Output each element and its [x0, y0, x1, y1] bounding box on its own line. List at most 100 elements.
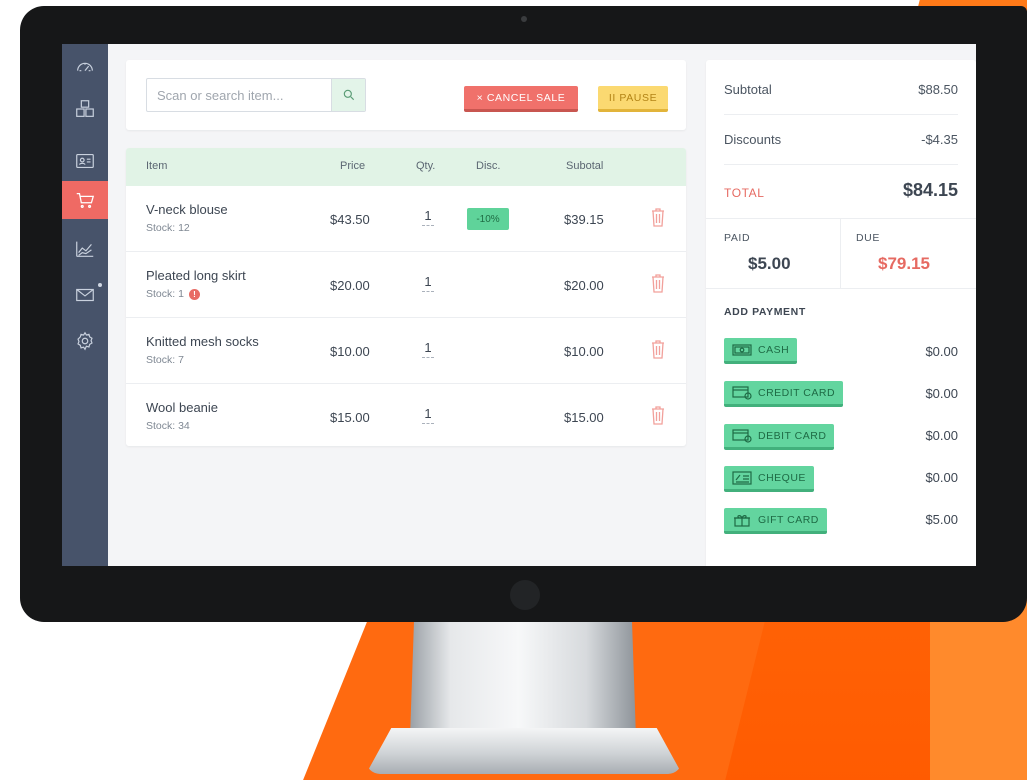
sidebar-nav: [62, 44, 108, 566]
mail-icon: [76, 288, 94, 302]
quantity-field[interactable]: 1: [422, 208, 434, 226]
due-value: $79.15: [878, 254, 930, 273]
credit-card-icon: [732, 385, 752, 400]
item-price: $10.00: [330, 344, 370, 359]
header-subtotal: Subotal: [566, 160, 604, 172]
header-item: Item: [146, 160, 168, 172]
inventory-boxes-icon: [76, 100, 94, 117]
item-price: $15.00: [330, 410, 370, 425]
header-disc: Disc.: [476, 160, 501, 172]
sidebar-item-inventory[interactable]: [62, 90, 108, 128]
notification-dot: [98, 283, 102, 287]
cash-label: CASH: [758, 343, 790, 356]
gift-card-icon: [734, 514, 750, 527]
item-stock-text: Stock: 7: [146, 354, 184, 366]
item-stock-text: Stock: 12: [146, 222, 190, 234]
trash-icon[interactable]: [650, 404, 666, 426]
cash-icon: [732, 343, 752, 356]
total-label: TOTAL: [724, 186, 765, 200]
item-stock-text: Stock: 34: [146, 420, 190, 432]
credit-card-payment-button[interactable]: CREDIT CARD: [724, 381, 844, 407]
quantity-field[interactable]: 1: [422, 274, 434, 292]
item-stock: Stock: 1!: [146, 288, 200, 300]
trash-icon[interactable]: [650, 206, 666, 228]
header-qty: Qty.: [416, 160, 436, 172]
webcam-dot: [521, 16, 527, 22]
divider: [706, 288, 976, 289]
subtotal-label: Subtotal: [724, 82, 772, 97]
sidebar-item-messages[interactable]: [62, 276, 108, 314]
cancel-sale-button[interactable]: × CANCEL SALE: [464, 86, 578, 112]
item-subtotal: $10.00: [564, 344, 604, 359]
table-row[interactable]: Wool beanie Stock: 34 $15.00 1 $15.00: [126, 384, 686, 446]
divider: [724, 164, 958, 165]
item-subtotal: $20.00: [564, 278, 604, 293]
discounts-value: -$4.35: [921, 132, 958, 147]
divider: [706, 218, 976, 219]
discounts-label: Discounts: [724, 132, 782, 147]
debit-card-amount: $0.00: [925, 428, 958, 443]
settings-gear-icon: [77, 331, 93, 351]
due-label: DUE: [856, 232, 880, 244]
item-stock-text: Stock: 1: [146, 288, 184, 300]
item-name: Knitted mesh socks: [146, 334, 259, 349]
credit-card-amount: $0.00: [925, 386, 958, 401]
item-subtotal: $39.15: [564, 212, 604, 227]
cart-icon: [76, 192, 95, 208]
sidebar-item-settings[interactable]: [62, 322, 108, 360]
monitor-stand-base: [366, 728, 682, 774]
search-box: [146, 78, 366, 112]
customers-card-icon: [76, 153, 94, 169]
quantity-field[interactable]: 1: [422, 406, 434, 424]
cheque-payment-button[interactable]: CHEQUE: [724, 466, 814, 492]
low-stock-warning-icon: !: [188, 288, 200, 300]
paid-label: PAID: [724, 232, 751, 244]
search-panel: × CANCEL SALE II PAUSE: [126, 60, 686, 130]
discount-badge[interactable]: -10%: [467, 208, 509, 230]
gift-card-amount: $5.00: [925, 512, 958, 527]
divider: [724, 114, 958, 115]
gift-card-payment-button[interactable]: GIFT CARD: [724, 508, 827, 534]
search-button[interactable]: [331, 79, 365, 111]
table-row[interactable]: Knitted mesh socks Stock: 7 $10.00 1 $10…: [126, 318, 686, 384]
total-value: $84.15: [902, 180, 958, 200]
table-header: Item Price Qty. Disc. Subotal: [126, 148, 686, 186]
cash-amount: $0.00: [925, 344, 958, 359]
cheque-label: CHEQUE: [758, 471, 806, 484]
quantity-field[interactable]: 1: [422, 340, 434, 358]
add-payment-heading: ADD PAYMENT: [724, 306, 806, 318]
item-stock: Stock: 34: [146, 420, 190, 432]
item-name: V-neck blouse: [146, 202, 228, 217]
trash-icon[interactable]: [650, 272, 666, 294]
sidebar-item-dashboard[interactable]: [62, 48, 108, 86]
item-price: $20.00: [330, 278, 370, 293]
pos-screen: × CANCEL SALE II PAUSE Item Price Qty. D…: [62, 44, 976, 566]
subtotal-value: $88.50: [918, 82, 958, 97]
table-row[interactable]: Pleated long skirt Stock: 1! $20.00 1 $2…: [126, 252, 686, 318]
cash-payment-button[interactable]: CASH: [724, 338, 798, 364]
search-icon: [343, 89, 354, 101]
item-stock: Stock: 12: [146, 222, 190, 234]
totals-panel: Subtotal $88.50 Discounts -$4.35 TOTAL $…: [706, 60, 976, 566]
trash-icon[interactable]: [650, 338, 666, 360]
sidebar-item-reports[interactable]: [62, 230, 108, 268]
divider: [840, 218, 841, 288]
cheque-amount: $0.00: [925, 470, 958, 485]
sidebar-item-customers[interactable]: [62, 142, 108, 180]
monitor-logo: [510, 580, 540, 610]
cart-table: Item Price Qty. Disc. Subotal V-neck blo…: [126, 148, 686, 446]
item-stock: Stock: 7: [146, 354, 184, 366]
item-name: Wool beanie: [146, 400, 219, 415]
gift-card-label: GIFT CARD: [758, 513, 819, 526]
item-subtotal: $15.00: [564, 410, 604, 425]
item-name: Pleated long skirt: [146, 268, 246, 283]
search-input[interactable]: [147, 79, 333, 111]
sidebar-item-sale[interactable]: [62, 181, 108, 219]
reports-chart-icon: [76, 241, 94, 257]
debit-card-icon: [732, 428, 752, 443]
debit-card-payment-button[interactable]: DEBIT CARD: [724, 424, 835, 450]
table-row[interactable]: V-neck blouse Stock: 12 $43.50 1 -10% $3…: [126, 186, 686, 252]
pause-button[interactable]: II PAUSE: [598, 86, 668, 112]
header-price: Price: [340, 160, 366, 172]
monitor-stand-neck: [410, 606, 636, 738]
